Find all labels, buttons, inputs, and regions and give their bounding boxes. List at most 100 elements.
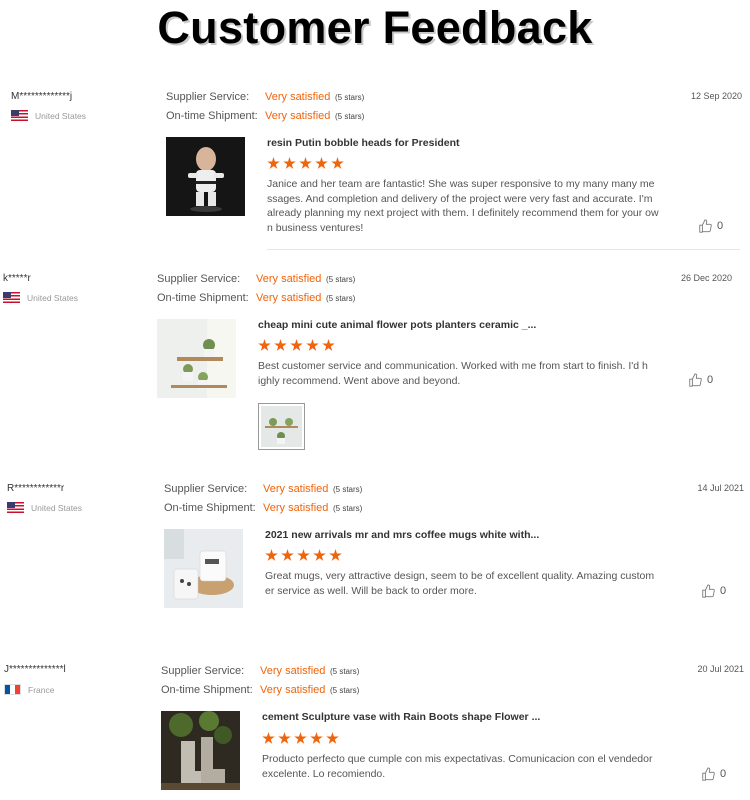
shipment-label: On-time Shipment: <box>161 684 253 696</box>
shipment-label: On-time Shipment: <box>166 110 258 122</box>
review-date: 26 Dec 2020 <box>680 273 732 283</box>
planters-photo-icon <box>261 406 302 447</box>
shipment-label: On-time Shipment: <box>164 502 256 514</box>
supplier-service-label: Supplier Service: <box>166 91 250 103</box>
star-icon <box>297 549 310 561</box>
star-icon <box>281 549 294 561</box>
star-icon <box>329 549 342 561</box>
product-image[interactable] <box>164 529 243 608</box>
review-comment: Best customer service and communication.… <box>258 360 648 387</box>
star-icon <box>262 732 275 744</box>
buyer-country: United States <box>11 110 86 121</box>
review-comment: Great mugs, very attractive design, seem… <box>265 570 655 597</box>
star-icon <box>322 339 335 351</box>
product-title[interactable]: 2021 new arrivals mr and mrs coffee mugs… <box>265 529 539 541</box>
product-star-rating <box>262 732 339 745</box>
us-flag-icon <box>3 292 20 303</box>
country-label: France <box>28 684 55 695</box>
shipment-rating: On-time Shipment: Very satisfied (5 star… <box>157 292 355 304</box>
star-icon <box>299 157 312 169</box>
star-icon <box>265 549 278 561</box>
us-flag-icon <box>7 502 24 513</box>
buyer-name: k*****r <box>3 273 31 284</box>
shipment-value: Very satisfied <box>263 502 329 514</box>
country-label: United States <box>31 502 83 513</box>
buyer-name: R************r <box>7 483 65 494</box>
buyer-country: United States <box>7 502 82 513</box>
supplier-service-label: Supplier Service: <box>157 273 241 285</box>
supplier-service-stars: (5 stars) <box>326 275 356 284</box>
helpful-button[interactable]: 0 <box>701 767 726 781</box>
helpful-count: 0 <box>707 374 714 386</box>
review-date: 14 Jul 2021 <box>697 483 744 493</box>
shipment-stars: (5 stars) <box>335 112 365 121</box>
supplier-service-value: Very satisfied <box>265 91 331 103</box>
review-date: 20 Jul 2021 <box>697 664 744 674</box>
us-flag-icon <box>11 110 28 121</box>
star-icon <box>315 157 328 169</box>
product-image[interactable] <box>166 137 245 216</box>
shipment-stars: (5 stars) <box>330 686 360 695</box>
supplier-service-stars: (5 stars) <box>335 93 365 102</box>
boots-vase-photo-icon <box>161 711 240 790</box>
supplier-service-stars: (5 stars) <box>333 485 363 494</box>
shipment-value: Very satisfied <box>256 292 322 304</box>
shipment-stars: (5 stars) <box>333 504 363 513</box>
supplier-service-label: Supplier Service: <box>164 483 248 495</box>
star-icon <box>294 732 307 744</box>
shipment-rating: On-time Shipment: Very satisfied (5 star… <box>164 502 362 514</box>
helpful-button[interactable]: 0 <box>698 219 723 233</box>
shipment-rating: On-time Shipment: Very satisfied (5 star… <box>166 110 364 122</box>
planters-photo-icon <box>157 319 236 398</box>
page-title: Customer Feedback <box>157 2 593 53</box>
supplier-service-value: Very satisfied <box>256 273 322 285</box>
star-icon <box>274 339 287 351</box>
thumbs-up-icon <box>702 767 715 781</box>
product-image[interactable] <box>161 711 240 790</box>
buyer-name: M*************j <box>11 91 73 102</box>
supplier-service-value: Very satisfied <box>263 483 329 495</box>
shipment-value: Very satisfied <box>265 110 331 122</box>
supplier-service-stars: (5 stars) <box>330 667 360 676</box>
thumbs-up-icon <box>689 373 702 387</box>
country-label: United States <box>27 292 79 303</box>
review-photo[interactable] <box>258 403 305 450</box>
star-icon <box>278 732 291 744</box>
shipment-label: On-time Shipment: <box>157 292 249 304</box>
helpful-count: 0 <box>717 220 724 232</box>
product-title[interactable]: cheap mini cute animal flower pots plant… <box>258 319 536 331</box>
helpful-count: 0 <box>720 585 727 597</box>
star-icon <box>313 549 326 561</box>
thumbs-up-icon <box>702 584 715 598</box>
product-star-rating <box>265 549 342 562</box>
star-icon <box>258 339 271 351</box>
star-icon <box>267 157 280 169</box>
buyer-country: France <box>4 684 54 695</box>
review-divider <box>267 249 740 250</box>
product-title[interactable]: cement Sculpture vase with Rain Boots sh… <box>262 711 540 723</box>
star-icon <box>331 157 344 169</box>
france-flag-icon <box>4 684 21 695</box>
product-star-rating <box>258 339 335 352</box>
country-label: United States <box>35 110 87 121</box>
mugs-photo-icon <box>164 529 243 608</box>
helpful-button[interactable]: 0 <box>701 584 726 598</box>
product-title[interactable]: resin Putin bobble heads for President <box>267 137 460 149</box>
star-icon <box>326 732 339 744</box>
buyer-name: J**************l <box>4 664 66 675</box>
review-date: 12 Sep 2020 <box>690 91 742 101</box>
supplier-service-rating: Supplier Service: Very satisfied (5 star… <box>166 91 364 103</box>
review-comment: Janice and her team are fantastic! She w… <box>267 178 659 234</box>
shipment-stars: (5 stars) <box>326 294 356 303</box>
star-icon <box>310 732 323 744</box>
supplier-service-rating: Supplier Service: Very satisfied (5 star… <box>164 483 362 495</box>
thumbs-up-icon <box>699 219 712 233</box>
shipment-rating: On-time Shipment: Very satisfied (5 star… <box>161 684 359 696</box>
helpful-button[interactable]: 0 <box>688 373 713 387</box>
product-image[interactable] <box>157 319 236 398</box>
supplier-service-rating: Supplier Service: Very satisfied (5 star… <box>161 665 359 677</box>
helpful-count: 0 <box>720 768 727 780</box>
supplier-service-rating: Supplier Service: Very satisfied (5 star… <box>157 273 355 285</box>
review-comment: Producto perfecto que cumple con mis exp… <box>262 753 653 780</box>
shipment-value: Very satisfied <box>260 684 326 696</box>
